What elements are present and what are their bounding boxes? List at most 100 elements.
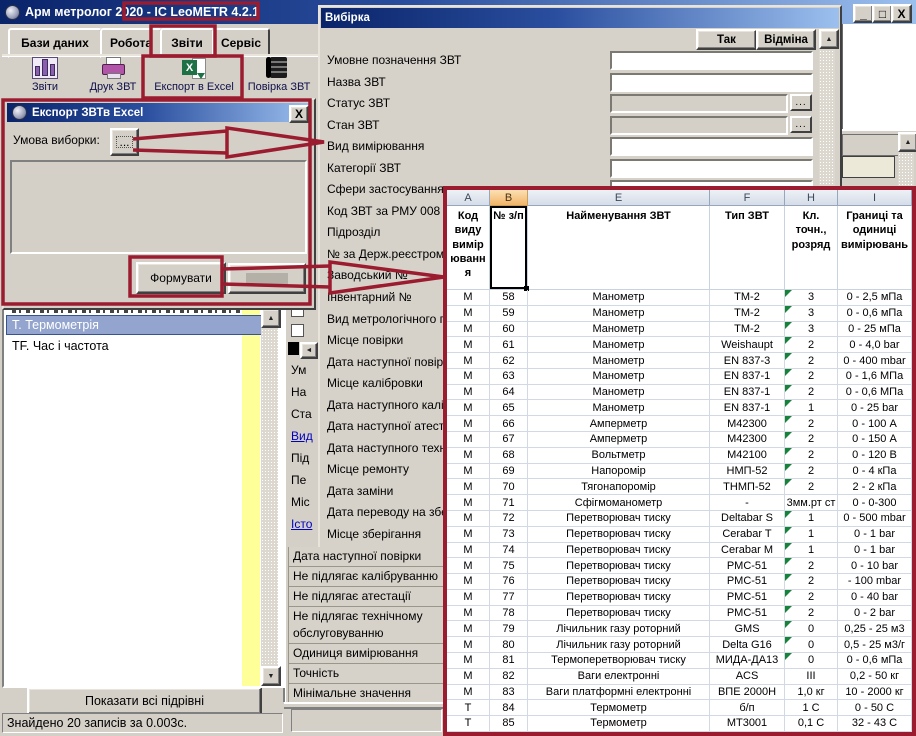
cell-type[interactable]: б/п	[710, 700, 785, 716]
secondary-button[interactable]	[228, 263, 306, 294]
cell-measure-code[interactable]: М	[447, 432, 490, 448]
cell-type[interactable]: ТМ-2	[710, 306, 785, 322]
cell-number[interactable]: 73	[490, 527, 528, 543]
cell-measure-code[interactable]: М	[447, 543, 490, 559]
cell-measure-code[interactable]: М	[447, 479, 490, 495]
cell-instrument-name[interactable]: Перетворювач тиску	[528, 511, 710, 527]
cell-instrument-name[interactable]: Напоромір	[528, 464, 710, 480]
cell-instrument-name[interactable]: Манометр	[528, 385, 710, 401]
property-list-item[interactable]: Мінімальне значення	[288, 684, 445, 702]
cell-accuracy-class[interactable]: 0,1 С	[785, 716, 838, 732]
cell-instrument-name[interactable]: Манометр	[528, 337, 710, 353]
cell-measure-code[interactable]: М	[447, 558, 490, 574]
cell-type[interactable]: НМП-52	[710, 464, 785, 480]
field-input[interactable]	[610, 159, 813, 178]
toolbar-print-button[interactable]: Друк ЗВТ	[82, 57, 144, 97]
cell-type[interactable]: ТМ-2	[710, 290, 785, 306]
cell-accuracy-class[interactable]: 3	[785, 322, 838, 338]
cell-number[interactable]: 85	[490, 716, 528, 732]
cell-measure-code[interactable]: М	[447, 416, 490, 432]
cell-type[interactable]: PMC-51	[710, 558, 785, 574]
cell-accuracy-class[interactable]: 2	[785, 464, 838, 480]
cell-accuracy-class[interactable]: 2	[785, 369, 838, 385]
cell-measure-code[interactable]: М	[447, 669, 490, 685]
cell-measure-code[interactable]: М	[447, 337, 490, 353]
cell-number[interactable]: 60	[490, 322, 528, 338]
close-button[interactable]: X	[891, 4, 912, 23]
cell-range-units[interactable]: 10 - 2000 кг	[838, 685, 912, 701]
column-letter[interactable]: I	[838, 190, 912, 206]
cell-number[interactable]: 63	[490, 369, 528, 385]
cell-range-units[interactable]: 0 - 4 кПа	[838, 464, 912, 480]
cell-type[interactable]: ТМ-2	[710, 322, 785, 338]
cell-number[interactable]: 84	[490, 700, 528, 716]
cell-instrument-name[interactable]: Ваги електронні	[528, 669, 710, 685]
cell-instrument-name[interactable]: Сфігмоманометр	[528, 495, 710, 511]
list-item[interactable]: ТF. Час і частота	[6, 337, 264, 355]
cell-number[interactable]: 59	[490, 306, 528, 322]
cell-measure-code[interactable]: М	[447, 353, 490, 369]
header-cell[interactable]: Границі та одиниці вимірювань	[838, 206, 912, 290]
cell-accuracy-class[interactable]: 1	[785, 543, 838, 559]
cell-measure-code[interactable]: Т	[447, 716, 490, 732]
checkbox[interactable]	[291, 324, 304, 337]
cell-range-units[interactable]: 0 - 2 bar	[838, 606, 912, 622]
cell-measure-code[interactable]: М	[447, 621, 490, 637]
cell-number[interactable]: 76	[490, 574, 528, 590]
cell-instrument-name[interactable]: Перетворювач тиску	[528, 543, 710, 559]
cell-range-units[interactable]: 32 - 43 С	[838, 716, 912, 732]
cell-number[interactable]: 66	[490, 416, 528, 432]
cell-type[interactable]: М42300	[710, 416, 785, 432]
cell-accuracy-class[interactable]: 2	[785, 590, 838, 606]
scroll-down-button[interactable]: ▼	[261, 666, 281, 686]
cell-number[interactable]: 79	[490, 621, 528, 637]
cell-accuracy-class[interactable]: 1	[785, 511, 838, 527]
cell-range-units[interactable]: 0 - 25 мПа	[838, 322, 912, 338]
cell-range-units[interactable]: 2 - 2 кПа	[838, 479, 912, 495]
cell-type[interactable]: МИДА-ДА13	[710, 653, 785, 669]
property-list-item[interactable]: Не підлягає калібруванню	[288, 567, 445, 587]
cell-measure-code[interactable]: М	[447, 322, 490, 338]
cell-measure-code[interactable]: М	[447, 400, 490, 416]
property-list-item[interactable]: Дата наступної повірки	[288, 547, 445, 567]
cell-instrument-name[interactable]: Перетворювач тиску	[528, 558, 710, 574]
cell-number[interactable]: 67	[490, 432, 528, 448]
column-letter[interactable]: F	[710, 190, 785, 206]
cell-measure-code[interactable]: М	[447, 590, 490, 606]
cell-type[interactable]: Cerabar M	[710, 543, 785, 559]
cancel-button[interactable]: Відміна	[756, 29, 816, 50]
cell-instrument-name[interactable]: Перетворювач тиску	[528, 574, 710, 590]
cell-measure-code[interactable]: М	[447, 290, 490, 306]
cell-range-units[interactable]: 0 - 25 bar	[838, 400, 912, 416]
cell-accuracy-class[interactable]: III	[785, 669, 838, 685]
cell-type[interactable]: PMC-51	[710, 574, 785, 590]
cell-range-units[interactable]: 0 - 0-300	[838, 495, 912, 511]
scroll-left-button[interactable]: ◄	[300, 342, 318, 359]
cell-number[interactable]: 75	[490, 558, 528, 574]
cell-type[interactable]: Weishaupt	[710, 337, 785, 353]
cell-range-units[interactable]: 0,25 - 25 м3	[838, 621, 912, 637]
cell-measure-code[interactable]: М	[447, 385, 490, 401]
cell-accuracy-class[interactable]: 1	[785, 527, 838, 543]
cell-type[interactable]: ACS	[710, 669, 785, 685]
cell-instrument-name[interactable]: Перетворювач тиску	[528, 606, 710, 622]
cell-measure-code[interactable]: Т	[447, 700, 490, 716]
cell-type[interactable]: EN 837-1	[710, 400, 785, 416]
cell-type[interactable]: Cerabar T	[710, 527, 785, 543]
show-all-sublevels-button[interactable]: Показати всі підрівні	[27, 687, 262, 715]
field-picker-button[interactable]: ...	[790, 94, 812, 111]
scroll-up-button[interactable]: ▲	[261, 308, 281, 328]
cell-instrument-name[interactable]: Перетворювач тиску	[528, 590, 710, 606]
cell-measure-code[interactable]: М	[447, 653, 490, 669]
cell-type[interactable]: EN 837-1	[710, 369, 785, 385]
cell-instrument-name[interactable]: Термоперетворювач тиску	[528, 653, 710, 669]
cell-instrument-name[interactable]: Манометр	[528, 400, 710, 416]
condition-browse-button[interactable]: ...	[110, 128, 139, 156]
cell-measure-code[interactable]: М	[447, 306, 490, 322]
cell-measure-code[interactable]: М	[447, 495, 490, 511]
cell-measure-code[interactable]: М	[447, 369, 490, 385]
cell-measure-code[interactable]: М	[447, 511, 490, 527]
dialog-close-button[interactable]: X	[289, 105, 309, 123]
cell-instrument-name[interactable]: Перетворювач тиску	[528, 527, 710, 543]
cell-number[interactable]: 70	[490, 479, 528, 495]
